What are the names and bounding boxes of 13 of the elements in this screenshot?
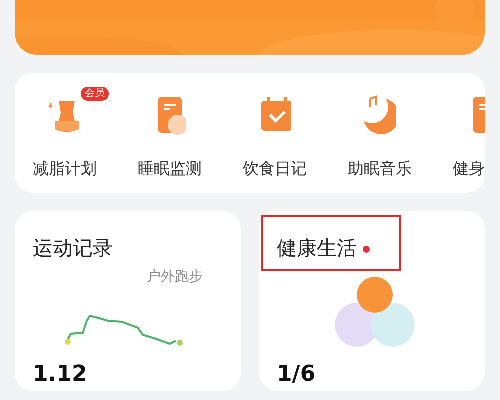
feature-card[interactable]: 健康生活 1/6: [259, 211, 485, 391]
shortcut-label[interactable]: 健身: [453, 157, 485, 181]
card-subtitle: 户外跑步: [147, 268, 203, 287]
stat-value: 1/6: [277, 362, 317, 387]
stat-value: 1.12: [33, 362, 88, 387]
shortcut-label[interactable]: 饮食日记: [243, 157, 307, 181]
member-badge: 会员: [81, 87, 109, 101]
feature-card[interactable]: 运动记录 户外跑步 1.12: [15, 211, 241, 391]
shortcut-label[interactable]: 减脂计划: [33, 157, 97, 181]
shortcut-label[interactable]: 助眠音乐: [348, 157, 412, 181]
shortcut-label[interactable]: 睡眠监测: [138, 157, 202, 181]
card-title: 健康生活: [277, 236, 357, 260]
card-title: 运动记录: [33, 236, 113, 260]
